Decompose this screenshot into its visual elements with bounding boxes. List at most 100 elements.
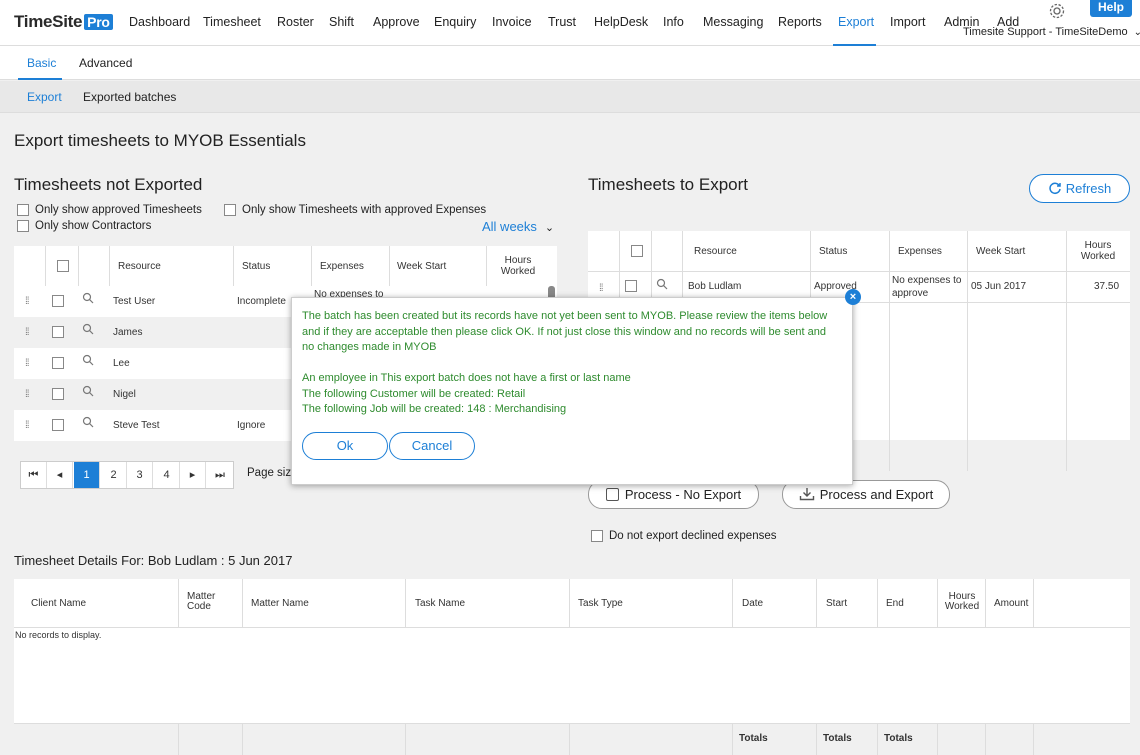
col-resource[interactable]: Resource: [694, 246, 737, 257]
chevron-down-icon: ⌄: [1133, 27, 1140, 38]
nav-invoice[interactable]: Invoice: [492, 15, 532, 29]
checkbox[interactable]: [224, 204, 236, 216]
search-icon[interactable]: [82, 354, 94, 366]
page-2-button[interactable]: 2: [101, 462, 127, 488]
nav-shift[interactable]: Shift: [329, 15, 354, 29]
col-hours-worked[interactable]: Hours Worked: [492, 255, 544, 277]
brand-logo[interactable]: TimeSite Pro: [14, 12, 113, 32]
drag-handle-icon[interactable]: ⁞⁞: [599, 283, 603, 294]
close-icon[interactable]: ×: [845, 289, 861, 305]
cell-resource: Steve Test: [113, 420, 160, 431]
checkbox[interactable]: [17, 220, 29, 232]
page-3-button[interactable]: 3: [127, 462, 153, 488]
drag-handle-icon[interactable]: ⁞⁞: [25, 420, 29, 431]
col-expenses[interactable]: Expenses: [320, 261, 364, 272]
dialog-message-line: The following Customer will be created: …: [302, 387, 526, 400]
col-end[interactable]: End: [886, 598, 904, 609]
nav-reports[interactable]: Reports: [778, 15, 822, 29]
nav-export[interactable]: Export: [838, 15, 874, 29]
select-all-checkbox[interactable]: [631, 245, 643, 257]
search-icon[interactable]: [656, 278, 668, 290]
search-icon[interactable]: [82, 416, 94, 428]
col-status[interactable]: Status: [242, 261, 270, 272]
drag-handle-icon[interactable]: ⁞⁞: [25, 296, 29, 307]
refresh-icon: [1049, 182, 1061, 195]
cell-expenses: No expenses to approve: [892, 275, 962, 299]
row-checkbox[interactable]: [52, 295, 64, 307]
cell-resource: Nigel: [113, 389, 136, 400]
tab-export[interactable]: Export: [27, 90, 62, 104]
no-declined-expenses-option[interactable]: Do not export declined expenses: [591, 530, 777, 542]
col-hours-worked[interactable]: Hours Worked: [942, 592, 982, 612]
nav-timesheet[interactable]: Timesheet: [203, 15, 261, 29]
prev-page-button[interactable]: ◂: [47, 462, 73, 488]
save-icon: [605, 488, 619, 501]
col-resource[interactable]: Resource: [118, 261, 161, 272]
cell-hours: 37.50: [1094, 281, 1120, 292]
gear-icon[interactable]: [1047, 1, 1067, 21]
page-title: Export timesheets to MYOB Essentials: [14, 131, 306, 150]
col-task-type[interactable]: Task Type: [578, 598, 623, 609]
top-nav: TimeSite Pro Dashboard Timesheet Roster S…: [0, 0, 1140, 46]
nav-roster[interactable]: Roster: [277, 15, 314, 29]
nav-enquiry[interactable]: Enquiry: [434, 15, 476, 29]
col-client-name[interactable]: Client Name: [31, 598, 86, 609]
drag-handle-icon[interactable]: ⁞⁞: [25, 327, 29, 338]
tab-exported-batches[interactable]: Exported batches: [83, 90, 176, 104]
filter-approved-expenses[interactable]: Only show Timesheets with approved Expen…: [224, 204, 486, 216]
first-page-button[interactable]: ⏮: [21, 462, 47, 488]
col-date[interactable]: Date: [742, 598, 763, 609]
weeks-dropdown[interactable]: All weeks ⌄: [482, 219, 554, 234]
user-menu[interactable]: Timesite Support - TimeSiteDemo ⌄: [963, 26, 1140, 38]
search-icon[interactable]: [82, 323, 94, 335]
help-button[interactable]: Help: [1090, 0, 1132, 17]
totals-end: Totals: [884, 733, 913, 744]
nav-import[interactable]: Import: [890, 15, 925, 29]
checkbox[interactable]: [17, 204, 29, 216]
nav-trust[interactable]: Trust: [548, 15, 576, 29]
cell-status: Incomplete: [237, 296, 286, 307]
next-page-button[interactable]: ▸: [180, 462, 206, 488]
col-week-start[interactable]: Week Start: [397, 261, 446, 272]
col-amount[interactable]: Amount: [994, 598, 1028, 609]
tab-advanced[interactable]: Advanced: [79, 56, 132, 70]
filter-contractors[interactable]: Only show Contractors: [17, 220, 151, 232]
col-status[interactable]: Status: [819, 246, 847, 257]
nav-helpdesk[interactable]: HelpDesk: [594, 15, 648, 29]
row-checkbox[interactable]: [625, 280, 637, 292]
tab-basic[interactable]: Basic: [27, 56, 56, 70]
select-all-checkbox[interactable]: [57, 260, 69, 272]
refresh-button[interactable]: Refresh: [1029, 174, 1130, 203]
nav-info[interactable]: Info: [663, 15, 684, 29]
checkbox[interactable]: [591, 530, 603, 542]
row-checkbox[interactable]: [52, 419, 64, 431]
nav-approve[interactable]: Approve: [373, 15, 420, 29]
filter-approved[interactable]: Only show approved Timesheets: [17, 204, 202, 216]
row-checkbox[interactable]: [52, 357, 64, 369]
ok-button[interactable]: Ok: [302, 432, 388, 460]
nav-messaging[interactable]: Messaging: [703, 15, 763, 29]
dialog-message-line: The batch has been created but its recor…: [302, 310, 828, 322]
col-matter-name[interactable]: Matter Name: [251, 598, 309, 609]
page-1-button[interactable]: 1: [74, 462, 100, 488]
nav-dashboard[interactable]: Dashboard: [129, 15, 190, 29]
last-page-button[interactable]: ⏭: [207, 462, 233, 488]
details-grid: Client Name Matter Code Matter Name Task…: [14, 579, 1130, 755]
cell-resource: Lee: [113, 358, 130, 369]
col-start[interactable]: Start: [826, 598, 847, 609]
cancel-button[interactable]: Cancel: [389, 432, 475, 460]
drag-handle-icon[interactable]: ⁞⁞: [25, 358, 29, 369]
col-matter-code[interactable]: Matter Code: [187, 592, 227, 612]
drag-handle-icon[interactable]: ⁞⁞: [25, 389, 29, 400]
dialog-message-line: The following Job will be created: 148 :…: [302, 403, 567, 415]
col-week-start[interactable]: Week Start: [976, 246, 1025, 257]
col-hours-worked[interactable]: Hours Worked: [1072, 240, 1124, 262]
page-4-button[interactable]: 4: [154, 462, 180, 488]
search-icon[interactable]: [82, 292, 94, 304]
search-icon[interactable]: [82, 385, 94, 397]
col-expenses[interactable]: Expenses: [898, 246, 942, 257]
row-checkbox[interactable]: [52, 326, 64, 338]
row-checkbox[interactable]: [52, 388, 64, 400]
col-task-name[interactable]: Task Name: [415, 598, 465, 609]
dialog-message-line: no changes made in MYOB: [302, 341, 437, 353]
